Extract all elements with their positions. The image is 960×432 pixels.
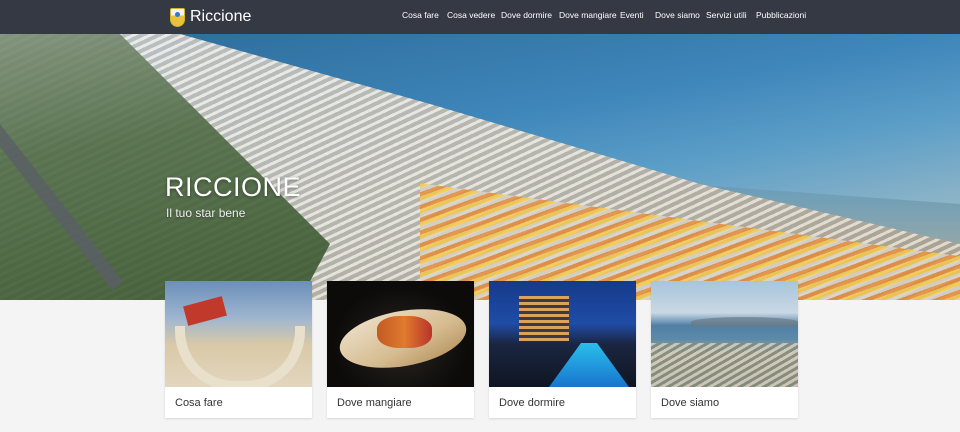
nav-item-eventi[interactable]: Eventi [620, 10, 644, 20]
card-image-coastline [651, 281, 798, 387]
top-navigation-bar: Riccione Cosa fare Cosa vedere Dove dorm… [0, 0, 960, 34]
card-image-hotel-night [489, 281, 636, 387]
card-image-piadina [327, 281, 474, 387]
brand-name: Riccione [190, 8, 252, 25]
card-label: Cosa fare [175, 397, 223, 409]
hero-subtitle: Il tuo star bene [166, 206, 246, 220]
coat-of-arms-icon [170, 7, 185, 27]
nav-item-cosa-vedere[interactable]: Cosa vedere [447, 10, 495, 20]
card-dove-siamo[interactable]: Dove siamo [651, 281, 798, 418]
hero-banner: RICCIONE Il tuo star bene [0, 34, 960, 300]
card-dove-dormire[interactable]: Dove dormire [489, 281, 636, 418]
nav-item-dove-mangiare[interactable]: Dove mangiare [559, 10, 617, 20]
nav-item-dove-dormire[interactable]: Dove dormire [501, 10, 552, 20]
hero-title: RICCIONE [165, 172, 302, 202]
nav-item-pubblicazioni[interactable]: Pubblicazioni [756, 10, 806, 20]
nav-item-dove-siamo[interactable]: Dove siamo [655, 10, 700, 20]
card-cosa-fare[interactable]: Cosa fare [165, 281, 312, 418]
card-dove-mangiare[interactable]: Dove mangiare [327, 281, 474, 418]
nav-item-servizi-utili[interactable]: Servizi utili [706, 10, 747, 20]
nav-item-cosa-fare[interactable]: Cosa fare [402, 10, 439, 20]
brand-home-link[interactable]: Riccione [170, 7, 251, 27]
card-label: Dove mangiare [337, 397, 412, 409]
card-image-skatepark [165, 281, 312, 387]
card-label: Dove siamo [661, 397, 720, 409]
card-label: Dove dormire [499, 397, 566, 409]
